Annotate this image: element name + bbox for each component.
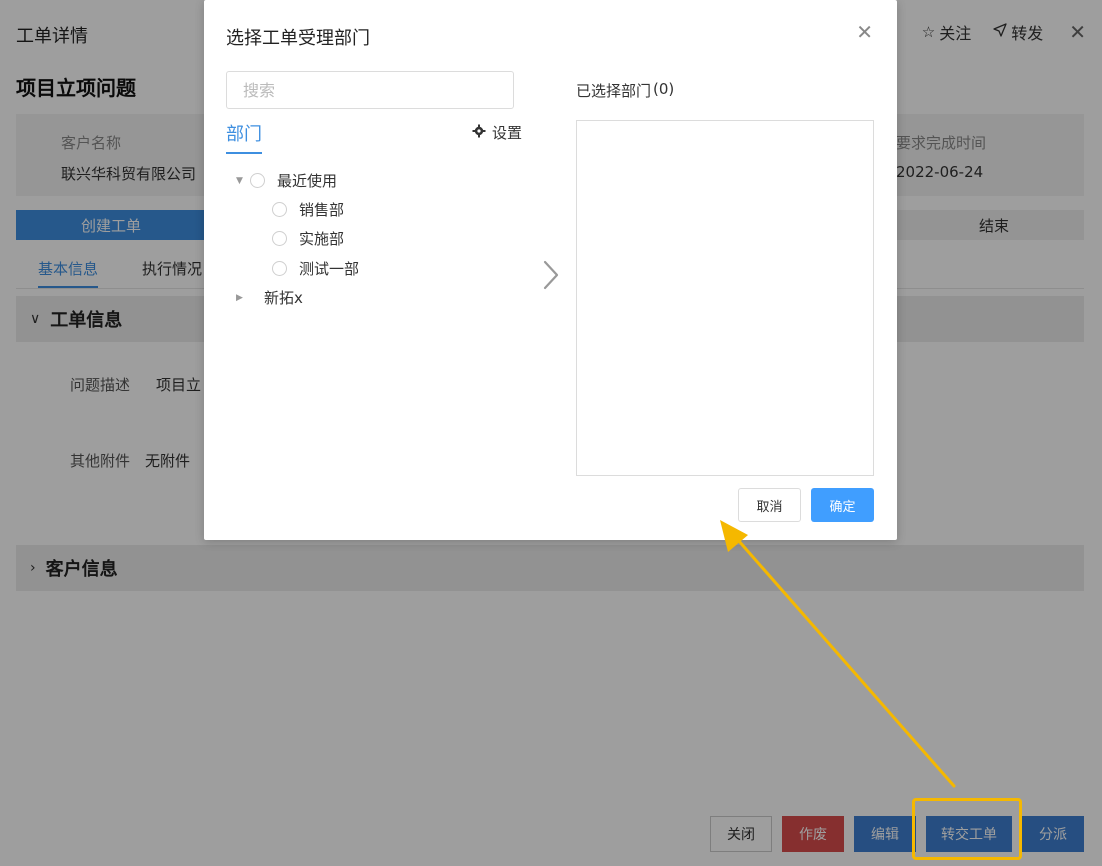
dialog-close-icon[interactable]: ✕: [856, 20, 873, 44]
selected-departments-title: 已选择部门: [576, 82, 652, 100]
tree-node-sales-label: 销售部: [299, 201, 345, 219]
radio-sales[interactable]: [272, 202, 287, 217]
caret-down-icon[interactable]: ▼: [236, 176, 250, 186]
settings-label: 设置: [492, 124, 523, 142]
select-department-dialog: 选择工单受理部门 ✕ 部门 设置 ▼ 最近使用 销售部 实施部 测试一部: [204, 0, 897, 540]
selected-departments-list[interactable]: [576, 120, 874, 476]
tree-node-xintuo[interactable]: ▶ 新拓x: [236, 287, 303, 308]
tree-node-implementation-label: 实施部: [299, 230, 345, 248]
tree-node-sales[interactable]: 销售部: [272, 199, 344, 220]
caret-right-icon[interactable]: ▶: [236, 293, 264, 303]
tree-node-test-dept-label: 测试一部: [299, 260, 360, 278]
tree-node-recent-label: 最近使用: [277, 172, 338, 190]
move-right-arrow-icon[interactable]: [540, 258, 562, 292]
tab-departments[interactable]: 部门: [226, 120, 262, 154]
confirm-button[interactable]: 确定: [811, 488, 874, 522]
tree-node-xintuo-label: 新拓x: [264, 289, 303, 307]
gear-icon: [472, 124, 486, 142]
tree-node-implementation[interactable]: 实施部: [272, 228, 344, 249]
selected-departments-count: (0): [653, 80, 675, 98]
settings-button[interactable]: 设置: [472, 122, 522, 143]
cancel-button[interactable]: 取消: [738, 488, 801, 522]
selected-departments-label: 已选择部门 (0): [576, 80, 674, 101]
tree-node-test-dept[interactable]: 测试一部: [272, 258, 359, 279]
department-search-input[interactable]: [226, 71, 514, 109]
radio-recent[interactable]: [250, 173, 265, 188]
radio-implementation[interactable]: [272, 231, 287, 246]
dialog-title: 选择工单受理部门: [226, 28, 370, 49]
tree-node-recent[interactable]: ▼ 最近使用: [236, 170, 337, 191]
radio-test-dept[interactable]: [272, 261, 287, 276]
